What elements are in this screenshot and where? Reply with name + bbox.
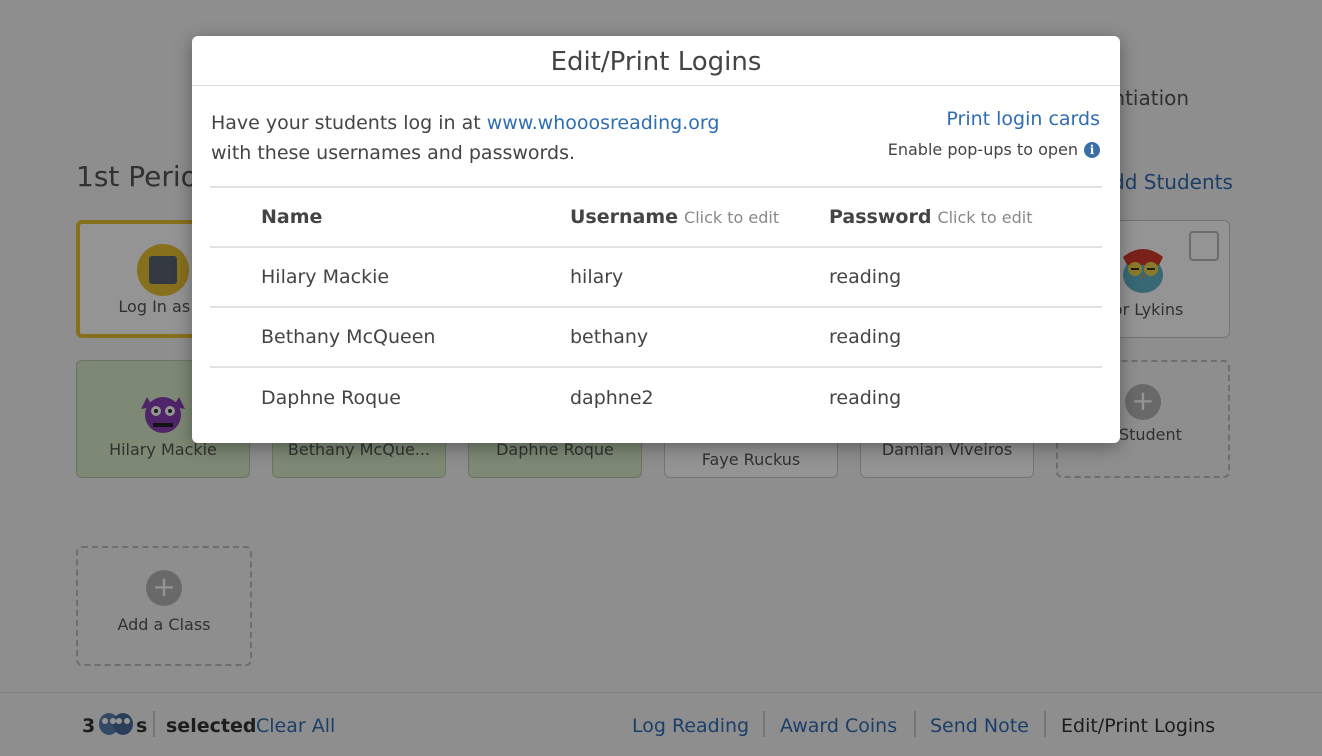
username-cell[interactable]: daphne2 xyxy=(570,366,829,427)
table-row: Daphne Roque daphne2 reading xyxy=(210,366,1102,427)
edit-print-logins-modal: Edit/Print Logins Have your students log… xyxy=(192,36,1120,443)
username-cell[interactable]: hilary xyxy=(570,246,829,307)
student-name-cell: Daphne Roque xyxy=(261,366,570,427)
modal-title: Edit/Print Logins xyxy=(192,36,1120,86)
password-cell[interactable]: reading xyxy=(829,246,1102,307)
edit-hint: Click to edit xyxy=(684,208,780,227)
logins-table: Name Username Click to edit Password Click… xyxy=(210,186,1102,427)
popup-note-text: Enable pop-ups to open xyxy=(887,140,1078,159)
table-header-row: Name Username Click to edit Password Click… xyxy=(210,186,1102,247)
intro-prefix: Have your students log in at xyxy=(211,112,487,134)
popup-note: Enable pop-ups to open i xyxy=(888,140,1100,159)
table-row: Bethany McQueen bethany reading xyxy=(210,306,1102,367)
login-instructions: Have your students log in at www.whooosr… xyxy=(211,108,719,168)
info-icon[interactable]: i xyxy=(1084,142,1100,158)
username-cell[interactable]: bethany xyxy=(570,306,829,367)
column-header-password: Password Click to edit xyxy=(829,186,1102,247)
student-name-cell: Hilary Mackie xyxy=(261,246,570,307)
password-cell[interactable]: reading xyxy=(829,306,1102,367)
print-login-cards-link[interactable]: Print login cards xyxy=(946,108,1100,130)
edit-hint: Click to edit xyxy=(937,208,1033,227)
table-row: Hilary Mackie hilary reading xyxy=(210,246,1102,307)
student-name-cell: Bethany McQueen xyxy=(261,306,570,367)
intro-suffix: with these usernames and passwords. xyxy=(211,142,576,164)
column-header-name: Name xyxy=(261,186,570,247)
website-link[interactable]: www.whooosreading.org xyxy=(487,112,720,134)
password-cell[interactable]: reading xyxy=(829,366,1102,427)
column-header-username: Username Click to edit xyxy=(570,186,829,247)
